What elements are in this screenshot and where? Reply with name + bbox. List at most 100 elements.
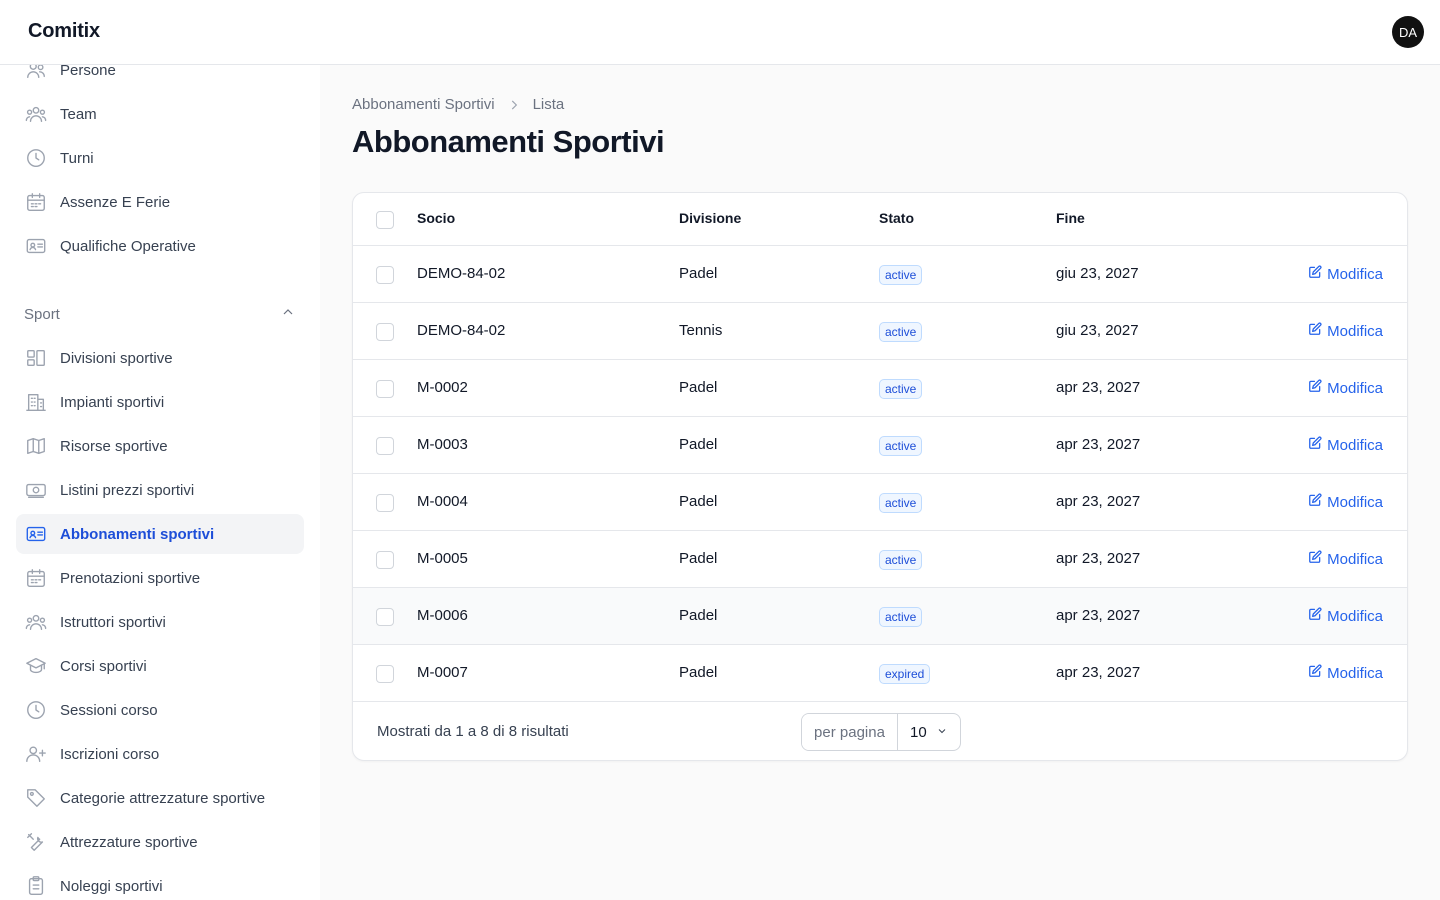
cell-fine: apr 23, 2027 (1056, 664, 1141, 681)
cell-divisione: Padel (679, 265, 718, 282)
edit-icon (1308, 664, 1327, 682)
status-badge: active (879, 493, 923, 513)
table-row[interactable]: M-0007 Padel expired apr 23, 2027 Modifica (353, 645, 1407, 702)
sidebar-item-listini-prezzi-sportivi[interactable]: Listini prezzi sportivi (16, 470, 304, 510)
cell-socio: M-0003 (417, 436, 468, 453)
cell-socio: DEMO-84-02 (417, 265, 506, 282)
sidebar-item-iscrizioni-corso[interactable]: Iscrizioni corso (16, 734, 304, 774)
breadcrumb-parent[interactable]: Abbonamenti Sportivi (352, 96, 495, 113)
edit-link[interactable]: Modifica (1308, 265, 1383, 283)
column-header-divisione[interactable]: Divisione (679, 210, 741, 226)
cell-divisione: Padel (679, 550, 718, 567)
sidebar-item-label: Attrezzature sportive (60, 833, 198, 851)
sidebar-item-label: Categorie attrezzature sportive (60, 789, 266, 807)
table-row[interactable]: DEMO-84-02 Tennis active giu 23, 2027 Modifi… (353, 303, 1407, 360)
row-checkbox[interactable] (376, 494, 394, 512)
sidebar-item-corsi-sportivi[interactable]: Corsi sportivi (16, 646, 304, 686)
user-avatar[interactable]: DA (1392, 16, 1424, 48)
row-checkbox[interactable] (376, 665, 394, 683)
row-checkbox[interactable] (376, 266, 394, 284)
sidebar-item-label: Qualifiche Operative (60, 237, 196, 255)
cell-socio: M-0007 (417, 664, 468, 681)
sidebar-item-turni[interactable]: Turni (16, 138, 304, 178)
sidebar-item-label: Prenotazioni sportive (60, 569, 201, 587)
cell-divisione: Tennis (679, 322, 723, 339)
sidebar-group-sport[interactable]: Sport (24, 302, 296, 326)
column-header-socio[interactable]: Socio (417, 210, 455, 226)
cell-fine: giu 23, 2027 (1056, 265, 1139, 282)
sidebar-item-label: Turni (60, 149, 94, 167)
clipboard-icon (24, 874, 48, 898)
sidebar-item-team[interactable]: Team (16, 94, 304, 134)
select-all-checkbox[interactable] (376, 211, 394, 229)
cell-fine: apr 23, 2027 (1056, 379, 1141, 396)
sidebar-item-risorse-sportive[interactable]: Risorse sportive (16, 426, 304, 466)
sidebar-item-abbonamenti-sportivi[interactable]: Abbonamenti sportivi (16, 514, 304, 554)
edit-label: Modifica (1327, 664, 1383, 682)
table-row[interactable]: M-0006 Padel active apr 23, 2027 Modifica (353, 588, 1407, 645)
breadcrumb: Abbonamenti Sportivi Lista (352, 96, 564, 113)
row-checkbox[interactable] (376, 380, 394, 398)
edit-label: Modifica (1327, 322, 1383, 340)
cell-socio: DEMO-84-02 (417, 322, 506, 339)
table-row[interactable]: M-0002 Padel active apr 23, 2027 Modifica (353, 360, 1407, 417)
sidebar-item-qualifiche-operative[interactable]: Qualifiche Operative (16, 226, 304, 266)
sidebar-item-label: Sessioni corso (60, 701, 158, 719)
sidebar-item-categorie-attrezzature-sportive[interactable]: Categorie attrezzature sportive (16, 778, 304, 818)
edit-label: Modifica (1327, 493, 1383, 511)
edit-link[interactable]: Modifica (1308, 493, 1383, 511)
sidebar-item-istruttori-sportivi[interactable]: Istruttori sportivi (16, 602, 304, 642)
sidebar-item-sessioni-corso[interactable]: Sessioni corso (16, 690, 304, 730)
table-row[interactable]: DEMO-84-02 Padel active giu 23, 2027 Modific… (353, 246, 1407, 303)
sidebar-item-prenotazioni-sportive[interactable]: Prenotazioni sportive (16, 558, 304, 598)
subscriptions-table: Socio Divisione Stato Fine DEMO-84-02 Pad… (352, 192, 1408, 761)
sidebar-item-assenze-e-ferie[interactable]: Assenze E Ferie (16, 182, 304, 222)
edit-link[interactable]: Modifica (1308, 322, 1383, 340)
table-row[interactable]: M-0004 Padel active apr 23, 2027 Modifica (353, 474, 1407, 531)
edit-link[interactable]: Modifica (1308, 379, 1383, 397)
sidebar-item-label: Noleggi sportivi (60, 877, 163, 895)
status-badge: active (879, 379, 923, 399)
cell-socio: M-0004 (417, 493, 468, 510)
cell-socio: M-0006 (417, 607, 468, 624)
row-checkbox[interactable] (376, 551, 394, 569)
table-row[interactable]: M-0003 Padel active apr 23, 2027 Modifica (353, 417, 1407, 474)
status-badge: active (879, 550, 923, 570)
sidebar-item-noleggi-sportivi[interactable]: Noleggi sportivi (16, 866, 304, 900)
edit-icon (1308, 607, 1327, 625)
sidebar-item-label: Abbonamenti sportivi (60, 525, 215, 543)
cell-divisione: Padel (679, 664, 718, 681)
sidebar-item-divisioni-sportive[interactable]: Divisioni sportive (16, 338, 304, 378)
app-brand[interactable]: Comitix (28, 20, 100, 43)
users-icon (24, 65, 48, 82)
row-checkbox[interactable] (376, 323, 394, 341)
sidebar-item-attrezzature-sportive[interactable]: Attrezzature sportive (16, 822, 304, 862)
edit-label: Modifica (1327, 607, 1383, 625)
table-row[interactable]: M-0005 Padel active apr 23, 2027 Modifica (353, 531, 1407, 588)
wrench-icon (24, 830, 48, 854)
sidebar-item-label: Iscrizioni corso (60, 745, 160, 763)
row-checkbox[interactable] (376, 437, 394, 455)
sidebar-item-label: Corsi sportivi (60, 657, 147, 675)
column-header-fine[interactable]: Fine (1056, 210, 1085, 226)
edit-link[interactable]: Modifica (1308, 664, 1383, 682)
per-page-dropdown[interactable]: 10 (898, 714, 960, 750)
top-bar: Comitix DA (0, 0, 1440, 65)
pagination-summary: Mostrati da 1 a 8 di 8 risultati (377, 723, 569, 740)
sidebar-item-impianti-sportivi[interactable]: Impianti sportivi (16, 382, 304, 422)
edit-label: Modifica (1327, 379, 1383, 397)
chevron-up-icon[interactable] (280, 304, 296, 325)
edit-link[interactable]: Modifica (1308, 607, 1383, 625)
edit-link[interactable]: Modifica (1308, 550, 1383, 568)
row-checkbox[interactable] (376, 608, 394, 626)
sidebar-item-persone[interactable]: Persone (16, 65, 304, 90)
tag-icon (24, 786, 48, 810)
column-header-stato[interactable]: Stato (879, 210, 914, 226)
per-page-select[interactable]: per pagina 10 (801, 713, 961, 751)
sidebar-item-label: Team (60, 105, 97, 123)
cell-fine: apr 23, 2027 (1056, 607, 1141, 624)
chevron-down-icon (936, 724, 948, 741)
per-page-label: per pagina (802, 714, 898, 750)
status-badge: active (879, 265, 923, 285)
edit-link[interactable]: Modifica (1308, 436, 1383, 454)
